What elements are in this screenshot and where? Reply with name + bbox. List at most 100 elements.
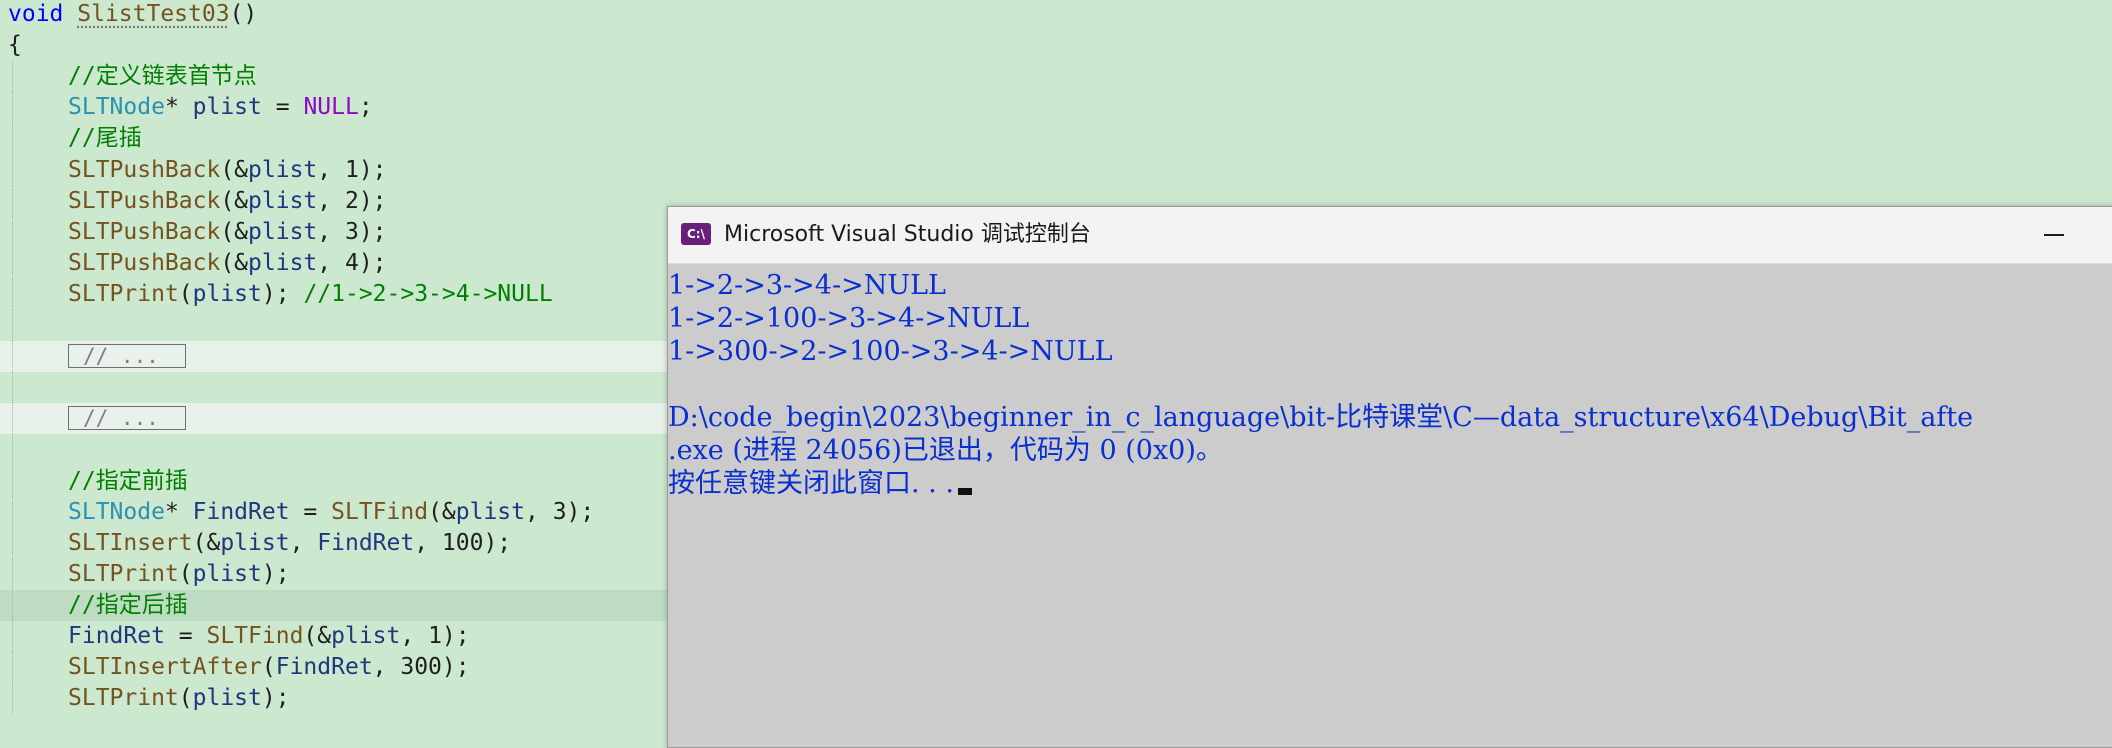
indent-guide: [12, 278, 13, 310]
code-token: NULL: [303, 94, 359, 121]
indent-guide: [12, 216, 13, 248]
code-token: SLTNode: [68, 498, 165, 525]
code-token: );: [261, 560, 290, 587]
code-token: , 2);: [317, 187, 387, 214]
code-token: =: [289, 498, 332, 525]
code-token: plist: [192, 560, 262, 587]
code-token: , 3);: [317, 218, 387, 245]
console-output[interactable]: 1->2->3->4->NULL 1->2->100->3->4->NULL 1…: [668, 263, 2112, 747]
code-token: SLTFind: [331, 498, 429, 525]
code-text: {: [8, 30, 22, 61]
code-token: //指定前插: [68, 467, 188, 494]
console-app-icon: C:\: [681, 223, 711, 245]
indent-guide: [12, 310, 13, 341]
code-token: plist: [192, 94, 262, 121]
text-cursor: [957, 488, 972, 495]
console-title: Microsoft Visual Studio 调试控制台: [724, 222, 1091, 247]
code-token: void: [8, 1, 64, 27]
code-token: (: [178, 685, 193, 712]
minimize-icon: [2044, 234, 2064, 236]
indent-guide: [12, 527, 13, 559]
code-line[interactable]: //定义链表首节点: [0, 61, 2112, 93]
code-token: , 300);: [372, 654, 470, 681]
indent-guide: [12, 92, 13, 124]
code-token: SLTNode: [68, 94, 165, 121]
code-text: SLTInsertAfter(FindRet, 300);: [68, 652, 470, 683]
code-token: *: [164, 94, 193, 121]
code-token: (&: [428, 498, 456, 525]
code-text: SLTPushBack(&plist, 3);: [68, 217, 387, 248]
code-token: //1->2->3->4->NULL: [303, 280, 553, 307]
code-token: , 4);: [317, 249, 387, 276]
code-line[interactable]: //尾插: [0, 123, 2112, 155]
indent-guide: [12, 185, 13, 217]
indent-guide: [12, 434, 13, 466]
code-token: plist: [192, 280, 262, 307]
code-token: =: [261, 94, 304, 121]
code-line[interactable]: void SlistTest03(): [0, 0, 2112, 30]
code-token: (&: [192, 529, 221, 556]
code-text: //指定后插: [68, 590, 188, 621]
indent-guide: [12, 403, 13, 435]
collapsed-code-box[interactable]: // ...: [68, 406, 186, 431]
code-token: ;: [358, 94, 373, 121]
code-line[interactable]: SLTNode* plist = NULL;: [0, 92, 2112, 124]
code-token: (&: [220, 156, 249, 183]
console-output-line: 1->2->100->3->4->NULL: [668, 303, 1030, 334]
code-token: SlistTest03: [77, 1, 230, 27]
code-token: plist: [220, 529, 290, 556]
indent-guide: [12, 558, 13, 590]
code-token: plist: [192, 685, 262, 712]
code-text: SLTPrint(plist); //1->2->3->4->NULL: [68, 279, 553, 310]
code-line[interactable]: SLTPushBack(&plist, 1);: [0, 154, 2112, 186]
code-text: SLTPushBack(&plist, 4);: [68, 248, 387, 279]
code-token: FindRet: [317, 529, 415, 556]
collapsed-code-box[interactable]: // ...: [68, 344, 186, 369]
code-line[interactable]: {: [0, 30, 2112, 61]
console-prompt-line: 按任意键关闭此窗口. . .: [668, 467, 2112, 500]
code-token: , 100);: [414, 529, 512, 556]
code-token: plist: [248, 218, 318, 245]
code-text: SLTInsert(&plist, FindRet, 100);: [68, 528, 511, 559]
code-token: plist: [248, 249, 318, 276]
indent-guide: [12, 465, 13, 497]
code-token: plist: [331, 623, 401, 649]
code-token: SLTPushBack: [68, 218, 221, 245]
minimize-button[interactable]: [2024, 215, 2084, 255]
indent-guide: [12, 621, 13, 652]
code-token: FindRet: [68, 623, 165, 649]
code-token: SLTPrint: [68, 280, 179, 307]
code-token: (&: [220, 218, 249, 245]
indent-guide: [12, 61, 13, 93]
code-token: (&: [303, 623, 332, 649]
console-prompt-text: 按任意键关闭此窗口. . .: [668, 468, 954, 499]
indent-guide: [12, 123, 13, 155]
code-token: );: [261, 280, 304, 307]
code-token: SLTPushBack: [68, 156, 221, 183]
code-token: //定义链表首节点: [68, 63, 257, 90]
code-text: FindRet = SLTFind(&plist, 1);: [68, 621, 470, 652]
code-token: //尾插: [68, 125, 142, 152]
code-text: SLTPrint(plist);: [68, 683, 290, 714]
code-token: plist: [455, 498, 526, 525]
console-output-line: D:\code_begin\2023\beginner_in_c_languag…: [668, 402, 1974, 433]
code-token: );: [261, 685, 290, 712]
debug-console-window[interactable]: C:\ Microsoft Visual Studio 调试控制台 1->2->…: [667, 206, 2112, 748]
code-token: , 3);: [525, 498, 595, 525]
console-output-line: 1->300->2->100->3->4->NULL: [668, 336, 1113, 367]
code-token: =: [164, 623, 207, 649]
code-token: //指定后插: [68, 591, 188, 618]
code-token: (: [261, 654, 276, 681]
console-titlebar[interactable]: C:\ Microsoft Visual Studio 调试控制台: [668, 207, 2112, 264]
code-text: SLTPushBack(&plist, 1);: [68, 155, 387, 186]
code-token: SLTPushBack: [68, 249, 221, 276]
code-text: //尾插: [68, 123, 142, 154]
code-text: //指定前插: [68, 466, 188, 497]
code-token: (&: [220, 249, 249, 276]
code-token: , 1);: [317, 156, 387, 183]
code-token: *: [164, 498, 193, 525]
code-text: SLTPushBack(&plist, 2);: [68, 186, 387, 217]
indent-guide: [12, 154, 13, 186]
